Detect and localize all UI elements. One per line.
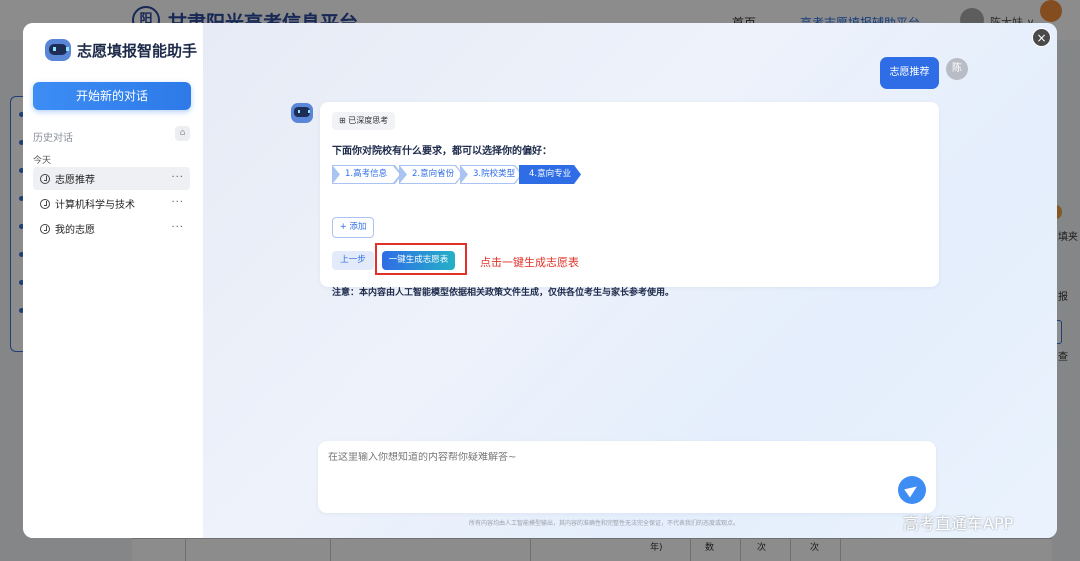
send-icon[interactable] bbox=[898, 476, 926, 504]
step-2[interactable]: 2.意向省份 bbox=[399, 165, 463, 184]
history-clear-icon[interactable]: ⌂ bbox=[175, 126, 190, 141]
brand-title: 志愿填报智能助手 bbox=[77, 41, 198, 60]
annotation-hint-text: 点击一键生成志愿表 bbox=[480, 256, 579, 269]
bot-avatar-icon bbox=[291, 103, 313, 123]
step-progress: 1.高考信息 2.意向省份 3.院校类型 4.意向专业 bbox=[332, 165, 578, 184]
more-icon[interactable]: ··· bbox=[171, 197, 184, 208]
deep-thinking-tag[interactable]: ⊞ 已深度思考 bbox=[332, 112, 396, 130]
today-label: 今天 bbox=[33, 156, 52, 166]
step-1[interactable]: 1.高考信息 bbox=[332, 165, 402, 184]
brand: 志愿填报智能助手 bbox=[45, 37, 197, 63]
disclaimer-text: 所有内容均由人工智能模型输出，其内容的准确性和完整性无法完全保证，不代表我们的态… bbox=[469, 520, 740, 527]
step-label: 1.高考信息 bbox=[333, 166, 400, 183]
chat-input[interactable] bbox=[328, 452, 848, 463]
ai-notice-text: 注意：本内容由人工智能模型依据相关政策文件生成，仅供各位考生与家长参考使用。 bbox=[332, 288, 675, 298]
clock-icon bbox=[40, 223, 50, 234]
chat-main: 志愿推荐 陈 ⊞ 已深度思考 下面你对院校有什么要求，都可以选择你的偏好： 1.… bbox=[203, 23, 1057, 538]
user-avatar: 陈 bbox=[946, 58, 968, 80]
chat-input-box bbox=[318, 441, 936, 513]
close-icon[interactable]: × bbox=[1032, 28, 1051, 47]
assistant-modal: 志愿填报智能助手 开始新的对话 历史对话 ⌂ 今天 志愿推荐 ··· 计算机科学… bbox=[23, 23, 1057, 538]
history-item-label: 我的志愿 bbox=[55, 225, 95, 236]
watermark: 高考直通车APP bbox=[903, 514, 1014, 533]
previous-step-button[interactable]: 上一步 bbox=[332, 251, 374, 270]
more-icon[interactable]: ··· bbox=[171, 222, 184, 233]
history-item-label: 志愿推荐 bbox=[55, 175, 95, 186]
history-item-computer-science[interactable]: 计算机科学与技术 ··· bbox=[33, 192, 190, 215]
history-item-label: 计算机科学与技术 bbox=[55, 200, 135, 211]
step-label: 2.意向省份 bbox=[400, 166, 462, 183]
sidebar: 志愿填报智能助手 开始新的对话 历史对话 ⌂ 今天 志愿推荐 ··· 计算机科学… bbox=[23, 23, 203, 538]
bot-message-card: ⊞ 已深度思考 下面你对院校有什么要求，都可以选择你的偏好： 1.高考信息 2.… bbox=[320, 102, 939, 298]
history-label: 历史对话 bbox=[33, 133, 73, 144]
step-4-active[interactable]: 4.意向专业 bbox=[519, 165, 581, 184]
add-button[interactable]: + 添加 bbox=[332, 217, 374, 238]
more-icon[interactable]: ··· bbox=[171, 172, 184, 183]
new-chat-button[interactable]: 开始新的对话 bbox=[33, 82, 191, 110]
step-3[interactable]: 3.院校类型 bbox=[460, 165, 522, 184]
robot-logo-icon bbox=[45, 39, 71, 61]
history-item-my-volunteer[interactable]: 我的志愿 ··· bbox=[33, 217, 190, 240]
annotation-highlight-box bbox=[375, 243, 467, 275]
step-label: 4.意向专业 bbox=[519, 165, 581, 184]
clock-icon bbox=[40, 173, 50, 184]
history-item-volunteer-recommend[interactable]: 志愿推荐 ··· bbox=[33, 167, 190, 190]
user-message-bubble: 志愿推荐 bbox=[880, 57, 939, 89]
step-label: 3.院校类型 bbox=[461, 166, 521, 183]
clock-icon bbox=[40, 198, 50, 209]
bot-prompt-text: 下面你对院校有什么要求，都可以选择你的偏好： bbox=[332, 146, 552, 157]
